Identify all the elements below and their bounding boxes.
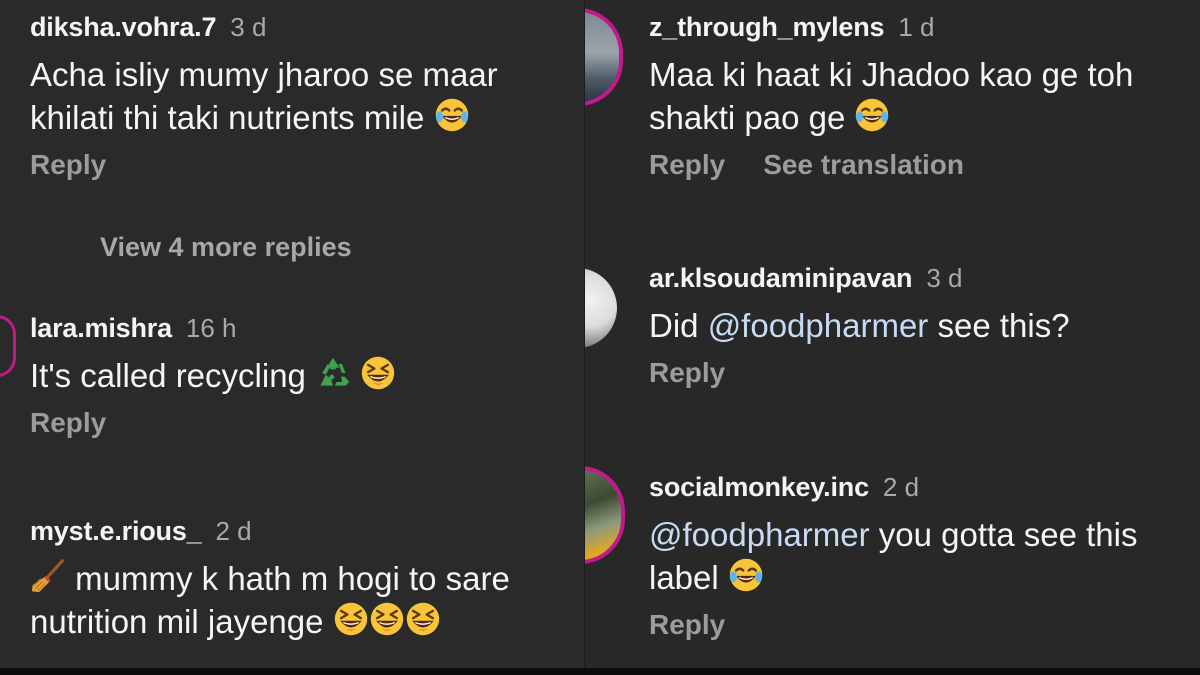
username[interactable]: myst.e.rious_ (30, 516, 202, 547)
username[interactable]: diksha.vohra.7 (30, 12, 216, 43)
comment-text-line: Did (649, 307, 708, 344)
comment: myst.e.rious_ 2 d mummy k hath m hogi to… (30, 516, 510, 643)
comment-text-line: Acha isliy mumy jharoo se maar (30, 56, 498, 93)
comment-text: Acha isliy mumy jharoo se maar khilati t… (30, 53, 498, 139)
comment-text: Maa ki haat ki Jhadoo kao ge toh shakti … (649, 53, 1133, 139)
timestamp: 2 d (882, 472, 920, 502)
comment-text-line: khilati thi taki nutrients mile (30, 99, 425, 136)
comment-text-line: label (649, 559, 719, 596)
grinning-squinting-face-icon (405, 601, 441, 637)
face-with-tears-of-joy-icon (854, 97, 890, 133)
bottom-edge-bar (0, 668, 1200, 675)
comment-text: @foodpharmer you gotta see this label (649, 513, 1137, 599)
avatar[interactable] (585, 8, 623, 106)
username[interactable]: ar.klsoudaminipavan (649, 263, 913, 294)
recycling-symbol-icon (315, 355, 351, 391)
timestamp: 2 d (215, 516, 252, 546)
comment-text-line: It's called recycling (30, 357, 306, 394)
mention-link[interactable]: @foodpharmer (649, 516, 870, 553)
view-more-replies-button[interactable]: View 4 more replies (100, 232, 352, 263)
username[interactable]: z_through_mylens (649, 12, 885, 43)
reply-button[interactable]: Reply (649, 149, 725, 181)
comment-text: mummy k hath m hogi to sare nutrition mi… (30, 557, 510, 643)
avatar-story-ring[interactable] (0, 315, 16, 377)
mention-link[interactable]: @foodpharmer (708, 307, 929, 344)
right-comments-panel: z_through_mylens 1 d Maa ki haat ki Jhad… (585, 0, 1200, 668)
see-translation-button[interactable]: See translation (763, 149, 964, 181)
grinning-squinting-face-icon (360, 355, 396, 391)
comment: lara.mishra 16 h It's called recycling R… (30, 313, 396, 439)
grinning-squinting-face-icon (333, 601, 369, 637)
broom-icon (30, 558, 66, 594)
timestamp: 1 d (898, 12, 935, 42)
grinning-squinting-face-icon (369, 601, 405, 637)
comment: z_through_mylens 1 d Maa ki haat ki Jhad… (649, 12, 1133, 181)
username[interactable]: socialmonkey.inc (649, 472, 869, 503)
comment-text: It's called recycling (30, 354, 396, 397)
comment: diksha.vohra.7 3 d Acha isliy mumy jharo… (30, 12, 498, 181)
comment-text-line: mummy k hath m hogi to sare (75, 560, 510, 597)
reply-button[interactable]: Reply (30, 149, 106, 181)
comment: ar.klsoudaminipavan 3 d Did @foodpharmer… (649, 263, 1070, 389)
avatar[interactable] (585, 268, 617, 348)
comment-text-line: you gotta see this (869, 516, 1138, 553)
timestamp: 3 d (926, 263, 963, 293)
comment: socialmonkey.inc 2 d @foodpharmer you go… (649, 472, 1137, 641)
reply-button[interactable]: Reply (649, 609, 725, 641)
comment-text-line: see this? (928, 307, 1070, 344)
face-with-tears-of-joy-icon (434, 97, 470, 133)
comment-text-line: Maa ki haat ki Jhadoo kao ge toh (649, 56, 1134, 93)
username[interactable]: lara.mishra (30, 313, 172, 344)
comment-text-line: shakti pao ge (649, 99, 846, 136)
reply-button[interactable]: Reply (649, 357, 725, 389)
timestamp: 3 d (230, 12, 267, 42)
face-with-tears-of-joy-icon (728, 557, 764, 593)
reply-button[interactable]: Reply (30, 407, 106, 439)
comment-text-line: nutrition mil jayenge (30, 603, 324, 640)
timestamp: 16 h (185, 313, 237, 343)
comment-text: Did @foodpharmer see this? (649, 304, 1070, 347)
avatar[interactable] (585, 466, 625, 564)
left-comments-panel: diksha.vohra.7 3 d Acha isliy mumy jharo… (0, 0, 585, 668)
